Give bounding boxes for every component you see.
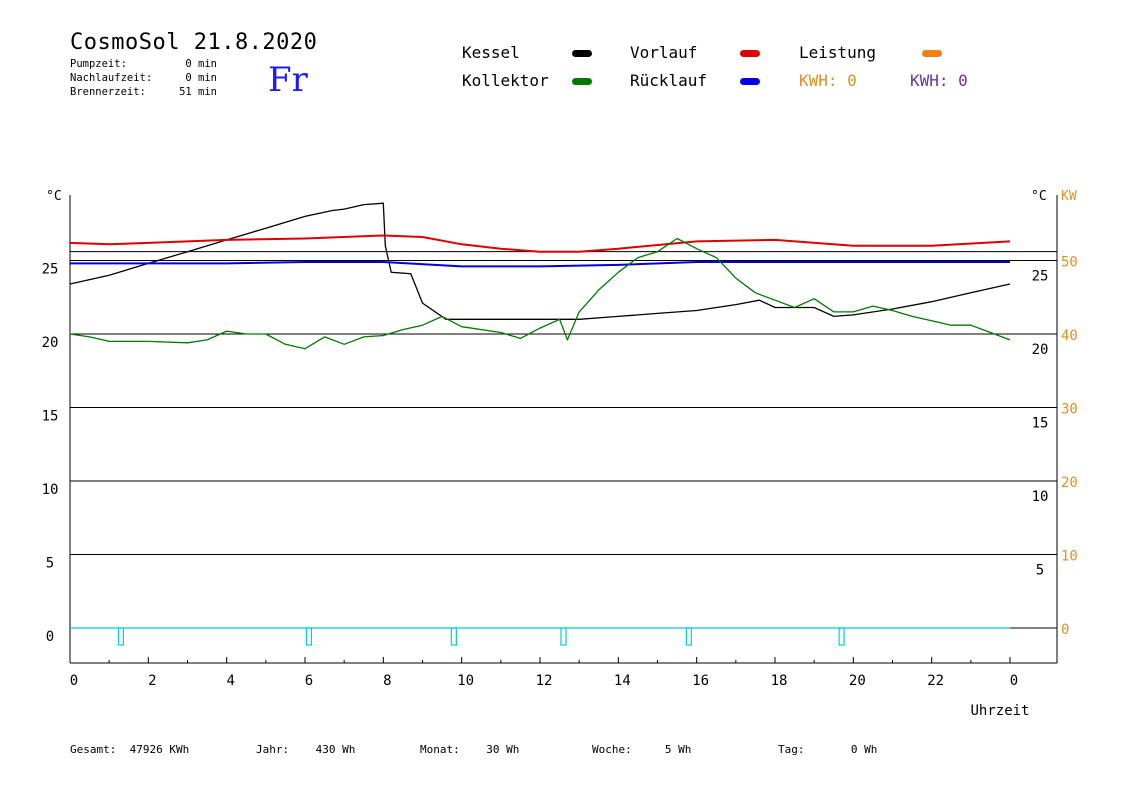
y-left-tick-label: 25 [42,262,59,278]
x-tick-label: 8 [383,673,391,689]
x-tick-label: 4 [226,673,234,689]
y-left-tick-label: 20 [42,335,59,351]
y-right-temp-tick-label: 10 [1032,489,1049,505]
y-right-temp-tick-label: 15 [1032,416,1049,432]
footer-value: 5 Wh [664,743,692,756]
grid-lines [70,251,1057,629]
series-line-vorlauf [69,234,1011,253]
y-right-power-tick-label: 20 [1061,475,1078,491]
footer-label: Gesamt: [70,743,117,756]
x-tick-label: 18 [771,673,788,689]
footer-value: 47926 KWh [129,743,190,756]
footer-label: Monat: [420,743,460,756]
series-line-kollektor [69,237,1011,350]
y-left-tick-label: 5 [46,556,54,572]
y-right-temp-tick-label: 5 [1036,563,1044,579]
leistung-pulse [450,627,457,646]
footer-label: Tag: [778,743,805,756]
axis-labels: 0 2 4 6 8 10 12 14 16 18 20 22 0Uhrzeit°C2520151050°… [42,189,1078,719]
leistung-pulse [838,627,845,646]
y-right-power-tick-label: 40 [1061,328,1078,344]
y-left-unit: °C [46,189,62,204]
y-right-power-tick-label: 10 [1061,549,1078,565]
footer-label: Woche: [592,743,632,756]
y-right-temp-tick-label: 25 [1032,269,1049,285]
y-right-power-tick-label: 50 [1061,255,1078,271]
y-left-tick-label: 10 [42,482,59,498]
footer-value: 30 Wh [486,743,520,756]
y-right-power-unit: KW [1061,189,1077,204]
series-line-ruecklauf [70,261,1010,268]
footer-woche: Woche: 5 Wh [592,743,691,756]
leistung-pulse [685,627,692,646]
x-tick-label: 14 [614,673,631,689]
y-right-power-tick-label: 30 [1061,402,1078,418]
x-tick-label: 6 [305,673,313,689]
x-tick-label: 12 [536,673,553,689]
leistung-pulse [305,627,313,646]
y-left-tick-label: 15 [42,409,59,425]
footer-tag: Tag: 0 Wh [778,743,877,756]
temperature-chart: 0 2 4 6 8 10 12 14 16 18 20 22 0Uhrzeit°C2520151050°… [42,189,1078,719]
footer-gesamt: Gesamt: 47926 KWh [70,743,189,756]
x-tick-label: 2 [148,673,156,689]
series-lines [69,202,1011,646]
y-right-temp-unit: °C [1031,189,1047,204]
x-tick-label: 10 [457,673,474,689]
footer-jahr: Jahr: 430 Wh [256,743,355,756]
x-axis-label: Uhrzeit [970,703,1029,719]
y-right-temp-tick-label: 20 [1032,342,1049,358]
y-right-power-tick-label: 0 [1061,622,1069,638]
leistung-pulse [117,627,125,646]
x-tick-label: 0 [70,673,78,689]
x-tick-label: 20 [849,673,866,689]
y-left-tick-label: 0 [46,629,54,645]
x-tick-label: 16 [692,673,709,689]
footer-monat: Monat: 30 Wh [420,743,519,756]
footer-value: 0 Wh [850,743,878,756]
footer-value: 430 Wh [315,743,356,756]
x-tick-label: 22 [927,673,944,689]
footer-label: Jahr: [256,743,290,756]
x-tick-label: 0 [1010,673,1018,689]
leistung-pulse [560,627,567,646]
